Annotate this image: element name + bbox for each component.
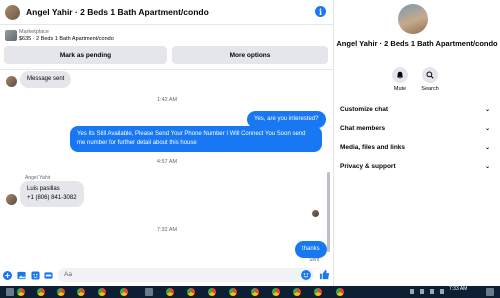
sender-avatar[interactable] [6, 76, 17, 87]
message-line: +1 (806) 841-3082 [27, 195, 77, 201]
chrome-icon[interactable] [120, 288, 128, 296]
message-timestamp: 1:42 AM [156, 97, 178, 103]
message-bubble-outgoing: thanks [295, 241, 327, 258]
chat-pane: Angel Yahir · 2 Beds 1 Bath Apartment/co… [0, 0, 334, 286]
thumbs-up-icon[interactable] [319, 269, 330, 280]
emoji-icon[interactable] [301, 270, 311, 280]
chevron-down-icon: ⌄ [484, 125, 490, 132]
chrome-icon[interactable] [208, 288, 216, 296]
start-icon[interactable] [6, 288, 14, 296]
chrome-icon[interactable] [229, 288, 237, 296]
message-input[interactable]: Aa [58, 268, 314, 282]
chevron-down-icon: ⌄ [484, 163, 490, 170]
search-icon [426, 71, 434, 79]
chevron-down-icon: ⌄ [484, 144, 490, 151]
message-bubble-incoming: Message sent [20, 71, 72, 88]
chrome-icon[interactable] [77, 288, 85, 296]
sticker-icon[interactable] [31, 271, 40, 280]
scrollbar[interactable] [327, 172, 330, 252]
chrome-icon[interactable] [336, 288, 344, 296]
section-chat-members[interactable]: Chat members ⌄ [340, 121, 490, 135]
message-bubble-incoming: Luis pasillas +1 (806) 841-3082 [20, 181, 84, 207]
app-icon[interactable] [145, 288, 153, 296]
avatar[interactable] [398, 4, 428, 34]
message-list: Message sent 1:42 AM Yes, are you intere… [0, 70, 334, 266]
chrome-icon[interactable] [57, 288, 65, 296]
gif-icon[interactable] [44, 271, 53, 280]
listing-thumbnail[interactable] [5, 30, 17, 41]
message-bubble-outgoing: Yes Its Still Available, Please Send You… [70, 126, 322, 152]
marketplace-banner: Marketplace $635 · 2 Beds 1 Bath Apartme… [0, 24, 334, 70]
conversation-details-panel: Angel Yahir · 2 Beds 1 Bath Apartment/co… [334, 0, 500, 286]
chat-header: Angel Yahir · 2 Beds 1 Bath Apartment/co… [0, 0, 334, 24]
section-label: Media, files and links [340, 143, 406, 151]
tray-icon[interactable] [410, 289, 414, 294]
chrome-icon[interactable] [37, 288, 45, 296]
windows-taskbar: 7:33 AM [0, 286, 500, 298]
chrome-icon[interactable] [187, 288, 195, 296]
clock[interactable]: 7:33 AM [449, 287, 467, 292]
volume-icon[interactable] [440, 289, 444, 294]
chrome-icon[interactable] [166, 288, 174, 296]
mark-as-pending-button[interactable]: Mark as pending [4, 46, 167, 64]
conversation-name: Angel Yahir · 2 Beds 1 Bath Apartment/co… [336, 39, 498, 48]
messenger-app: Angel Yahir · 2 Beds 1 Bath Apartment/co… [0, 0, 500, 286]
mute-label: Mute [393, 86, 407, 92]
sent-status: Sent [309, 257, 320, 263]
section-customize-chat[interactable]: Customize chat ⌄ [340, 102, 490, 116]
chrome-icon[interactable] [272, 288, 280, 296]
plus-circle-icon[interactable] [3, 271, 12, 280]
mute-button[interactable] [392, 67, 408, 83]
chrome-icon[interactable] [17, 288, 25, 296]
search-button[interactable] [422, 67, 438, 83]
wifi-icon[interactable] [430, 289, 434, 294]
more-options-button[interactable]: More options [172, 46, 328, 64]
chat-title[interactable]: Angel Yahir · 2 Beds 1 Bath Apartment/co… [26, 7, 209, 17]
chrome-icon[interactable] [314, 288, 322, 296]
info-icon[interactable]: i [315, 6, 326, 17]
chevron-down-icon: ⌄ [484, 106, 490, 113]
section-label: Customize chat [340, 105, 389, 113]
seen-avatar [312, 210, 319, 217]
message-timestamp: 7:32 AM [156, 227, 178, 233]
tray-icon[interactable] [420, 289, 424, 294]
chrome-icon[interactable] [251, 288, 259, 296]
sender-avatar[interactable] [6, 194, 17, 205]
message-timestamp: 4:57 AM [156, 159, 178, 165]
listing-title[interactable]: $635 · 2 Beds 1 Bath Apartment/condo [19, 36, 114, 42]
bell-icon [396, 71, 404, 79]
search-label: Search [421, 86, 439, 92]
section-label: Privacy & support [340, 162, 396, 170]
section-label: Chat members [340, 124, 386, 132]
chrome-icon[interactable] [98, 288, 106, 296]
marketplace-label: Marketplace [19, 29, 49, 35]
message-line: Luis pasillas [27, 186, 60, 192]
avatar[interactable] [5, 4, 20, 20]
section-privacy-support[interactable]: Privacy & support ⌄ [340, 159, 490, 173]
section-media-files-links[interactable]: Media, files and links ⌄ [340, 140, 490, 154]
image-icon[interactable] [17, 271, 26, 280]
chrome-icon[interactable] [293, 288, 301, 296]
notifications-icon[interactable] [486, 288, 494, 296]
